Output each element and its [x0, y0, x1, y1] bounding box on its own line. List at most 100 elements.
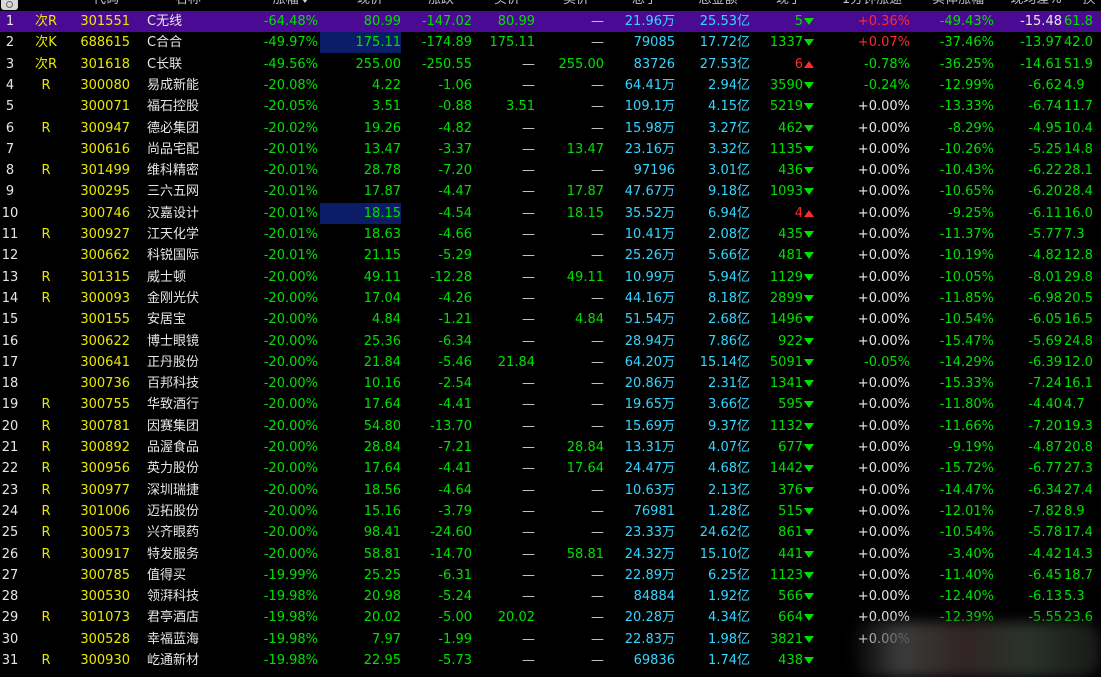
price: 28.78 [363, 163, 401, 179]
sell-price: — [591, 653, 604, 668]
stock-name: 博士眼镜 [147, 333, 200, 349]
row-number: 25 [1, 525, 19, 541]
stock-code: 301073 [80, 610, 130, 626]
table-row[interactable]: 17 300641 正丹股份 -20.00% 21.84 -5.46 21.84 — 64.20… [0, 352, 1101, 373]
entity-pct: -11.66% [939, 418, 994, 434]
sell-price: — [591, 397, 604, 413]
table-row[interactable]: 12 300662 科锐国际 -20.01% 21.15 -5.29 — — 25.26万 5.6… [0, 245, 1101, 266]
table-row[interactable]: 14 R 300093 金刚光伏 -20.00% 17.04 -4.26 — — 44.16万 8.… [0, 288, 1101, 309]
table-row[interactable]: 11 R 300927 江天化学 -20.01% 18.63 -4.66 — — 10.41万 2.… [0, 224, 1101, 245]
header-price[interactable]: 现价 [340, 0, 400, 10]
table-row[interactable]: 5 300071 福石控股 -20.05% 3.51 -0.88 3.51 — 109.1万 4.… [0, 96, 1101, 117]
table-row[interactable]: 16 300622 博士眼镜 -20.00% 25.36 -6.34 — — 28.94万 7.8… [0, 331, 1101, 352]
table-row[interactable]: 9 300295 三六五网 -20.01% 17.87 -4.47 — 17.87 47.67万… [0, 181, 1101, 202]
header-dot[interactable]: · [38, 0, 52, 10]
row-tag [30, 245, 62, 266]
table-row[interactable]: 7 300616 尚品宅配 -20.01% 13.47 -3.37 — 13.47 23.16万… [0, 139, 1101, 160]
sell-price: — [591, 610, 604, 626]
row-number: 31 [1, 653, 19, 668]
row-tag: R [41, 77, 51, 93]
sell-price: 18.15 [566, 205, 604, 221]
entity-pct: -15.72% [939, 461, 994, 477]
header-diff[interactable]: 现均差% [1000, 0, 1072, 10]
table-row[interactable]: 21 R 300892 品渥食品 -20.00% 28.84 -7.21 — 28.84 13.3… [0, 437, 1101, 458]
extra: 27.4 [1064, 482, 1093, 498]
header-speed[interactable]: 1分钟涨速 [832, 0, 912, 10]
stock-code: 300736 [80, 376, 130, 392]
header-amount[interactable]: 总金额 [684, 0, 752, 10]
current-hand-value: 6 [794, 56, 803, 72]
table-row[interactable]: 27 300785 值得买 -19.99% 25.25 -6.31 — — 22.89万 6.25… [0, 565, 1101, 586]
sell-price: — [591, 376, 604, 392]
volume: 20.28万 [624, 610, 675, 626]
arrow-down-icon [804, 465, 814, 473]
stock-code: 301551 [80, 14, 130, 29]
table-row[interactable]: 4 R 300080 易成新能 -20.08% 4.22 -1.06 — — 64.41万 2.94… [0, 75, 1101, 96]
volume: 109.1万 [624, 99, 675, 115]
buy-price: 3.51 [506, 99, 535, 115]
table-row[interactable]: 18 300736 百邦科技 -20.00% 10.16 -2.54 — — 20.86万 2.3… [0, 373, 1101, 394]
amount: 3.01亿 [708, 163, 750, 179]
header-volume[interactable]: 总手 [616, 0, 674, 10]
amount: 6.94亿 [708, 205, 750, 221]
buy-price: — [522, 461, 535, 477]
table-row[interactable]: 19 R 300755 华致酒行 -20.00% 17.64 -4.41 — — 19.65万 3.… [0, 394, 1101, 415]
table-row[interactable]: 10 300746 汉嘉设计 -20.01% 18.15 -4.54—18.15 35.52… [0, 202, 1101, 224]
table-row[interactable]: 6 R 300947 德必集团 -20.02% 19.26 -4.82 — — 15.98万 3.2… [0, 118, 1101, 139]
table-row[interactable]: 20 R 300781 因赛集团 -20.00% 54.80 -13.70 — — 15.69万 9… [0, 416, 1101, 437]
price: 20.02 [363, 610, 401, 626]
entity-pct: -14.47% [939, 482, 994, 498]
sell-price: — [591, 631, 604, 647]
stock-code: 300781 [80, 418, 130, 434]
table-row[interactable]: 8 R 301499 维科精密 -20.01% 28.78 -7.20 — — 97196 3.01… [0, 160, 1101, 181]
sell-price: 13.47 [566, 141, 604, 157]
avg-diff: -6.62 [1028, 77, 1062, 93]
table-row[interactable]: 2 次K 688615 C合合 -49.97% 175.11 -174.89 175.11—7… [0, 32, 1101, 54]
header-change[interactable]: 涨跌 [410, 0, 472, 10]
row-tag [30, 181, 62, 202]
header-code[interactable]: 代码 [76, 0, 136, 10]
header-extra[interactable]: 换 [1078, 0, 1100, 10]
table-row[interactable]: 26 R 300917 特发服务 -20.00% 58.81 -14.70 — 58.81 24.… [0, 544, 1101, 565]
table-row[interactable]: 24 R 301006 迈拓股份 -20.00% 15.16 -3.79 — — 76981 1.2… [0, 501, 1101, 522]
table-row[interactable]: 23 R 300977 深圳瑞捷 -20.00% 18.56 -4.64 — — 10.63万 2.… [0, 480, 1101, 501]
current-hand: 376 [752, 480, 814, 501]
stock-quote-table[interactable]: · 代码 名称 涨幅 现价 涨跌 买价 卖价 总手 总金额 现手 1分钟涨速 实… [0, 0, 1101, 677]
buy-price: — [522, 440, 535, 455]
avg-diff: -5.77 [1028, 227, 1062, 242]
volume: 15.98万 [624, 120, 675, 136]
table-row[interactable]: 22 R 300956 英力股份 -20.00% 17.64 -4.41 — 17.64 24.4… [0, 458, 1101, 479]
stock-code: 300573 [80, 525, 130, 541]
header-change-pct[interactable]: 涨幅 [262, 0, 320, 10]
change: -1.06 [438, 77, 472, 93]
table-row[interactable]: 13 R 301315 威士顿 -20.00% 49.11 -12.28 — 49.11 10.9… [0, 267, 1101, 288]
header-current[interactable]: 现手 [762, 0, 816, 10]
current-hand-value: 1496 [769, 312, 803, 328]
current-hand: 5091 [752, 352, 814, 373]
header-entity-pct[interactable]: 实体涨幅 [918, 0, 998, 10]
stock-code: 300622 [80, 333, 130, 349]
header-sell[interactable]: 卖价 [548, 0, 604, 10]
current-hand: 1093 [752, 181, 814, 202]
table-row[interactable]: 3 次R 301618 C长联 -49.56% 255.00 -250.55 — 255.00 8… [0, 54, 1101, 75]
stock-code: 300093 [80, 290, 130, 306]
change: -6.34 [438, 333, 472, 349]
table-row[interactable]: 1 次R 301551 C无线 -64.48% 80.99 -147.02 80.99 — 21.… [0, 11, 1101, 32]
stock-name: 因赛集团 [147, 418, 200, 434]
current-hand-value: 2899 [769, 290, 803, 306]
settings-gear-icon[interactable] [1, 0, 18, 10]
header-name[interactable]: 名称 [148, 0, 228, 10]
current-hand: 1123 [752, 565, 814, 586]
buy-price: — [522, 567, 535, 583]
table-row[interactable]: 25 R 300573 兴齐眼药 -20.00% 98.41 -24.60 — — 23.33万 2… [0, 522, 1101, 543]
current-hand: 515 [752, 501, 814, 522]
table-row[interactable]: 28 300530 领湃科技 -19.98% 20.98 -5.24 — — 84884 1.92… [0, 586, 1101, 607]
stock-name: 德必集团 [147, 120, 200, 136]
speed: +0.00% [857, 205, 910, 221]
current-hand: 441 [752, 544, 814, 565]
current-hand-value: 1132 [769, 418, 803, 434]
table-row[interactable]: 15 300155 安居宝 -20.00% 4.84 -1.21 — 4.84 51.54万 2.… [0, 309, 1101, 330]
volume: 79085 [633, 35, 675, 51]
extra: 10.4 [1064, 120, 1093, 136]
header-buy[interactable]: 买价 [478, 0, 536, 10]
